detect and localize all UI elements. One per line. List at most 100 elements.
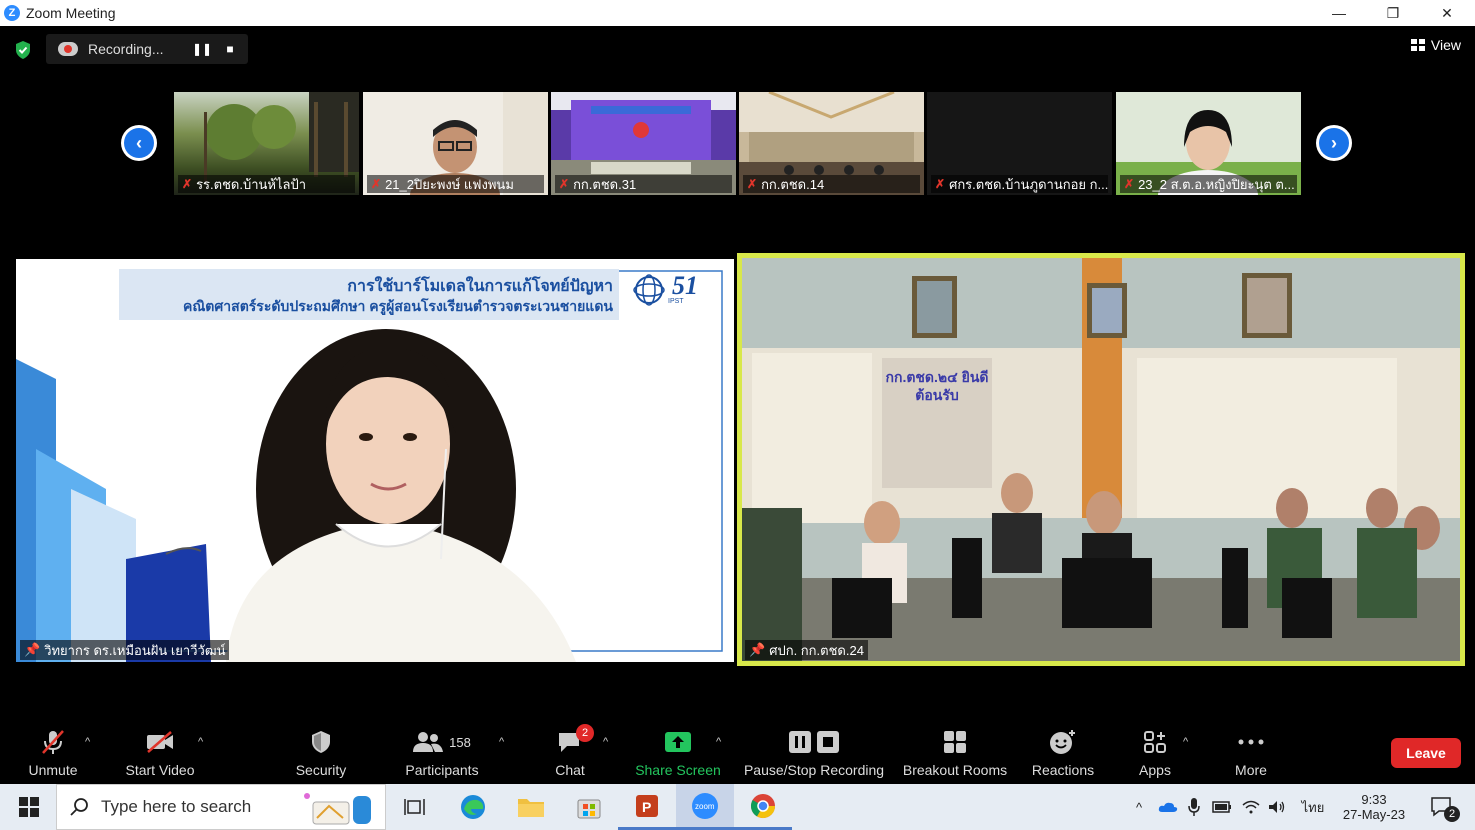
slide-title-banner: การใช้บาร์โมเดลในการแก้โจทย์ปัญหา คณิตศา…: [119, 269, 619, 320]
microsoft-store-app[interactable]: [560, 784, 618, 830]
encryption-shield-icon[interactable]: [14, 40, 32, 60]
participant-thumbnail[interactable]: ✗ 21_2ปิยะพงษ์ แฟงพนม: [363, 92, 548, 195]
share-screen-button[interactable]: Share Screen: [634, 722, 722, 784]
leave-button[interactable]: Leave: [1391, 738, 1461, 768]
mic-muted-icon: ✗: [559, 177, 570, 191]
participants-button[interactable]: 158 Participants: [400, 722, 484, 784]
presenter-name-label: 📌 วิทยากร ดร.เหมือนฝัน เยาวีวัฒน์: [20, 640, 230, 660]
participant-thumbnail[interactable]: ✗ ศกร.ตชด.บ้านภูดานกอย ก...: [927, 92, 1112, 195]
slide-title-line2: คณิตศาสตร์ระดับประถมศึกษา ครูผู้สอนโรงเร…: [182, 298, 613, 314]
participants-count: 158: [449, 734, 471, 750]
active-speaker-video[interactable]: กก.ตชด.๒๔ ยินดีต้อนรับ 📌 ศปก. กก.ตชด.24: [737, 253, 1465, 666]
start-video-button[interactable]: Start Video: [120, 722, 200, 784]
mic-muted-icon: ✗: [371, 177, 382, 191]
pin-icon: 📌: [24, 642, 41, 657]
share-options-caret[interactable]: ^: [716, 736, 721, 748]
mic-muted-icon: [37, 728, 69, 756]
pause-recording-button[interactable]: ❚❚: [188, 35, 216, 63]
thumbnail-label: ✗ ศกร.ตชด.บ้านภูดานกอย ก...: [931, 175, 1108, 193]
zoom-icon: zoom: [692, 792, 718, 819]
presenter-video[interactable]: การใช้บาร์โมเดลในการแก้โจทย์ปัญหา คณิตศา…: [16, 259, 734, 662]
window-titlebar: Z Zoom Meeting — ❐ ✕: [0, 0, 1475, 26]
ellipsis-icon: [1235, 728, 1267, 756]
microphone-icon[interactable]: [1184, 784, 1204, 830]
pin-icon: 📌: [749, 642, 766, 657]
more-button[interactable]: More: [1226, 722, 1276, 784]
security-button[interactable]: Security: [290, 722, 352, 784]
breakout-rooms-button[interactable]: Breakout Rooms: [900, 722, 1010, 784]
windows-taskbar: Type here to search P zoom ^ ไทย 9:33 27…: [0, 784, 1475, 830]
view-button[interactable]: View: [1410, 37, 1461, 53]
chevron-left-icon: ‹: [124, 128, 154, 158]
powerpoint-app[interactable]: P: [618, 784, 676, 830]
minimize-button[interactable]: —: [1312, 0, 1366, 26]
breakout-rooms-icon: [939, 728, 971, 756]
powerpoint-icon: P: [636, 794, 658, 817]
folder-icon: [518, 799, 544, 817]
strip-prev-button[interactable]: ‹: [121, 125, 157, 161]
task-view-icon: [404, 799, 425, 815]
apps-icon: [1139, 728, 1171, 756]
participant-thumbnail[interactable]: ✗ กก.ตชด.14: [739, 92, 924, 195]
edge-browser-app[interactable]: [444, 784, 502, 830]
battery-icon[interactable]: [1210, 784, 1234, 830]
apps-options-caret[interactable]: ^: [1183, 736, 1188, 748]
recording-label: Recording...: [88, 41, 164, 57]
video-off-icon: [144, 728, 176, 756]
chat-button[interactable]: 2 Chat: [548, 722, 594, 784]
participant-thumbnail[interactable]: ✗ กก.ตชด.31: [551, 92, 736, 195]
input-language-indicator[interactable]: ไทย: [1296, 784, 1330, 830]
wifi-icon[interactable]: [1240, 784, 1262, 830]
thumbnail-label: ✗ 21_2ปิยะพงษ์ แฟงพนม: [367, 175, 544, 193]
file-explorer-app[interactable]: [502, 784, 560, 830]
show-hidden-icons-button[interactable]: ^: [1130, 784, 1148, 830]
pause-stop-recording-button[interactable]: Pause/Stop Recording: [742, 722, 886, 784]
clock[interactable]: 9:33 27-May-23: [1334, 784, 1414, 830]
reactions-button[interactable]: Reactions: [1030, 722, 1096, 784]
meeting-room-image: [742, 258, 1460, 661]
clock-date: 27-May-23: [1342, 807, 1406, 822]
volume-icon[interactable]: [1266, 784, 1288, 830]
mic-muted-icon: ✗: [182, 177, 193, 191]
shield-icon: [305, 728, 337, 756]
search-icon: [70, 798, 88, 816]
ipst-logo-icon: [633, 274, 665, 306]
windows-start-button[interactable]: [0, 784, 58, 830]
participants-options-caret[interactable]: ^: [499, 736, 504, 748]
logo-sub: IPST: [668, 298, 684, 305]
taskbar-search-box[interactable]: Type here to search: [56, 784, 386, 830]
restore-button[interactable]: ❐: [1366, 0, 1420, 26]
recording-indicator: Recording... ❚❚ ■: [46, 34, 248, 64]
thumbnail-label: ✗ กก.ตชด.14: [743, 175, 920, 193]
windows-logo-icon: [19, 797, 39, 817]
thumbnail-label: ✗ รร.ตชด.บ้านห้ไลป้า: [178, 175, 355, 193]
onedrive-icon[interactable]: [1156, 784, 1180, 830]
smiley-plus-icon: [1047, 728, 1079, 756]
logo-number: 51: [672, 271, 698, 300]
store-icon: [577, 799, 601, 819]
pause-stop-icon: [786, 728, 842, 756]
video-options-caret[interactable]: ^: [198, 736, 203, 748]
clock-time: 9:33: [1361, 792, 1387, 807]
chevron-right-icon: ›: [1319, 128, 1349, 158]
zoom-app[interactable]: zoom: [676, 784, 734, 830]
stop-recording-button[interactable]: ■: [216, 35, 244, 63]
strip-next-button[interactable]: ›: [1316, 125, 1352, 161]
chrome-app[interactable]: [734, 784, 792, 830]
search-highlight-image: [304, 793, 371, 825]
notification-center-button[interactable]: 2: [1424, 784, 1460, 830]
chrome-icon: [750, 793, 775, 818]
chat-options-caret[interactable]: ^: [603, 736, 608, 748]
participant-thumbnail[interactable]: ✗ รร.ตชด.บ้านห้ไลป้า: [174, 92, 359, 195]
participant-thumbnail[interactable]: ✗ 23_2 ส.ต.อ.หญิงปิยะนุต ต...: [1116, 92, 1301, 195]
svg-text:zoom: zoom: [695, 802, 715, 811]
close-button[interactable]: ✕: [1420, 0, 1474, 26]
apps-button[interactable]: Apps: [1130, 722, 1180, 784]
task-view-button[interactable]: [386, 784, 444, 830]
chat-icon: 2: [554, 724, 594, 756]
thumbnail-label: ✗ กก.ตชด.31: [555, 175, 732, 193]
unmute-button[interactable]: Unmute: [20, 722, 86, 784]
audio-options-caret[interactable]: ^: [85, 736, 90, 748]
zoom-logo-icon: Z: [4, 5, 20, 21]
share-screen-icon: [662, 728, 694, 756]
